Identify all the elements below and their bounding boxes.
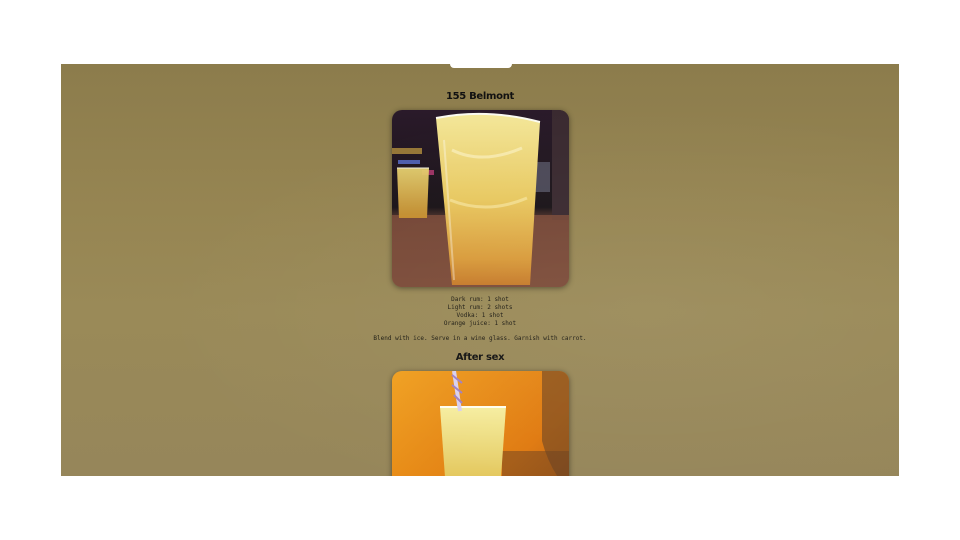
ingredient-item: Vodka: 1 shot: [456, 312, 504, 319]
ingredient-item: Light rum: 2 shots: [447, 304, 513, 311]
ingredient-item: Dark rum: 1 shot: [451, 296, 509, 303]
method-text: Blend with ice. Serve in a wine glass. G…: [373, 335, 587, 342]
drink-title: After sex: [455, 352, 505, 363]
drink-photo[interactable]: [391, 110, 569, 287]
drink-title: 155 Belmont: [445, 91, 515, 102]
drink-photo[interactable]: [391, 371, 569, 476]
ingredient-item: Orange juice: 1 shot: [443, 320, 517, 327]
page: 155 Belmont Dark rum: 1 shot Light rum: …: [0, 0, 960, 540]
drink-card: After sex: [61, 351, 899, 476]
drink-list-viewport[interactable]: 155 Belmont Dark rum: 1 shot Light rum: …: [61, 64, 899, 476]
drink-card: 155 Belmont Dark rum: 1 shot Light rum: …: [61, 90, 899, 343]
ingredient-list: Dark rum: 1 shot Light rum: 2 shots Vodk…: [61, 296, 899, 328]
top-tab-handle[interactable]: [450, 63, 512, 68]
drink-photo-image: [391, 371, 569, 476]
drink-photo-image: [391, 110, 569, 287]
